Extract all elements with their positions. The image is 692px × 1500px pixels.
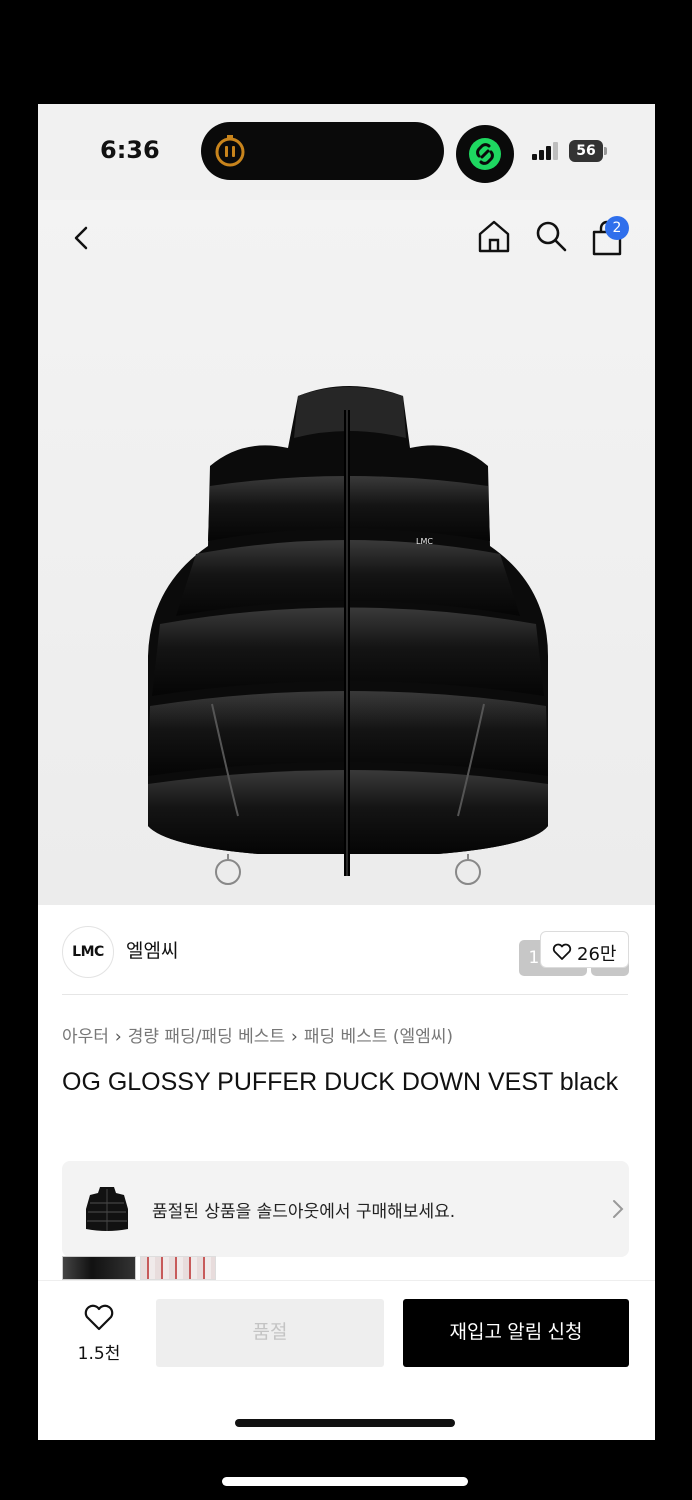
home-indicator[interactable] <box>235 1419 455 1427</box>
battery-tip <box>604 147 607 155</box>
live-activity-app[interactable] <box>456 125 514 183</box>
divider <box>62 994 628 995</box>
search-icon[interactable] <box>533 218 569 254</box>
review-thumbnails[interactable] <box>62 1256 222 1280</box>
cellular-signal-icon <box>532 142 558 160</box>
dynamic-island[interactable] <box>201 122 444 180</box>
heart-outline-icon <box>84 1304 114 1331</box>
review-thumbnail[interactable] <box>62 1256 136 1280</box>
brand-like-button[interactable]: 26만 <box>540 931 629 968</box>
phone-screen: 6:36 56 LMC 1 2 LMC 엘엠씨 26만 아우터 › 경량 패딩/… <box>38 104 655 1440</box>
cart-count-badge: 2 <box>605 216 629 240</box>
breadcrumb: 아우터 › 경량 패딩/패딩 베스트 › 패딩 베스트 (엘엠씨) <box>62 1022 453 1047</box>
product-title: OG GLOSSY PUFFER DUCK DOWN VEST black <box>62 1068 619 1096</box>
vest-thumbnail <box>86 1187 128 1231</box>
breadcrumb-separator-icon: › <box>291 1027 298 1047</box>
status-bar: 6:36 56 <box>38 104 655 200</box>
review-thumbnail[interactable] <box>140 1256 216 1280</box>
battery-icon: 56 <box>569 140 607 162</box>
soldout-banner[interactable]: 품절된 상품을 솔드아웃에서 구매해보세요. <box>62 1161 629 1257</box>
breadcrumb-item[interactable]: 패딩 베스트 (엘엠씨) <box>304 1027 453 1047</box>
breadcrumb-item[interactable]: 경량 패딩/패딩 베스트 <box>128 1027 285 1047</box>
bottom-action-bar: 1.5천 품절 재입고 알림 신청 <box>38 1280 655 1440</box>
brand-logo[interactable]: LMC <box>62 926 114 978</box>
battery-level: 56 <box>569 140 603 162</box>
garment-logo: LMC <box>416 537 433 546</box>
brand-name[interactable]: 엘엠씨 <box>126 936 178 963</box>
outer-home-indicator <box>222 1477 468 1486</box>
home-icon[interactable] <box>476 218 512 254</box>
back-arrow-icon[interactable] <box>68 220 96 256</box>
product-image[interactable]: LMC <box>138 376 558 916</box>
soldout-button[interactable]: 품절 <box>156 1299 384 1367</box>
product-image-gallery[interactable]: LMC 1 / 15 <box>38 200 655 976</box>
brand-like-count: 26만 <box>577 944 617 965</box>
breadcrumb-item[interactable]: 아우터 <box>62 1027 109 1047</box>
soldout-banner-text: 품절된 상품을 솔드아웃에서 구매해보세요. <box>152 1202 456 1222</box>
wishlist-count: 1.5천 <box>77 1344 121 1364</box>
timer-icon <box>215 135 245 167</box>
restock-alert-button[interactable]: 재입고 알림 신청 <box>403 1299 629 1367</box>
breadcrumb-separator-icon: › <box>114 1027 122 1047</box>
heart-outline-icon <box>552 943 572 960</box>
wishlist-button[interactable]: 1.5천 <box>74 1303 124 1364</box>
status-time: 6:36 <box>100 136 160 164</box>
link-app-icon <box>469 138 501 170</box>
chevron-right-icon <box>613 1200 624 1218</box>
